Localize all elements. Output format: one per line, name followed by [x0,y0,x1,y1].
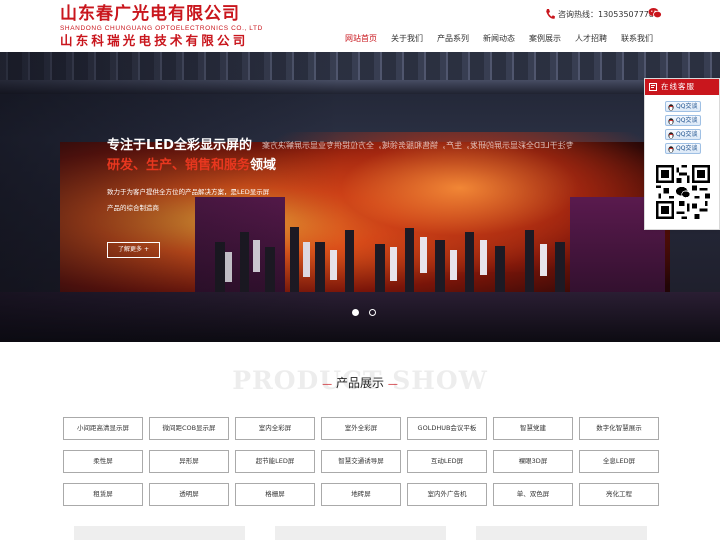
product-category-button[interactable]: 全息LED屏 [579,450,659,473]
title-dash-right: — [387,379,398,390]
products-title: — 产品展示 — [0,374,720,391]
main-nav: 网站首页 关于我们 产品系列 新闻动态 案例展示 人才招聘 联系我们 [338,33,660,45]
qq-penguin-icon [668,118,674,125]
hero-banner[interactable]: 专注于LED全彩显示屏的研发，生产，销售和服务领域，全方位提供专业显示屏解决方案… [0,52,720,342]
nav-item[interactable]: 关于我们 [384,33,430,45]
product-card[interactable] [275,526,446,540]
product-category-button[interactable]: 柔性屏 [63,450,143,473]
qq-chat-label: QQ交谈 [676,103,698,110]
header: 山东春广光电有限公司 SHANDONG CHUNGUANG OPTOELECTR… [0,0,720,52]
banner-title-highlight: 研发、生产、销售和服务 [107,158,251,173]
product-category-button[interactable]: 小间距高清显示屏 [63,417,143,440]
qr-code-icon [656,165,710,219]
product-category-grid: 小间距高清显示屏 微间距COB显示屏 室内全彩屏 室外全彩屏 GOLDHUB会议平板 智慧… [63,417,659,506]
logo-english-name: SHANDONG CHUNGUANG OPTOELECTRONICS CO., … [60,25,263,32]
product-category-button[interactable]: 异形屏 [149,450,229,473]
product-category-button[interactable]: 室内全彩屏 [235,417,315,440]
product-category-button[interactable]: 亮化工程 [579,483,659,506]
qq-chat-label: QQ交谈 [676,117,698,124]
nav-item[interactable]: 新闻动态 [476,33,522,45]
product-category-button[interactable]: 室外全彩屏 [321,417,401,440]
qq-chat-label: QQ交谈 [676,145,698,152]
product-category-button[interactable]: 数字化智慧展示 [579,417,659,440]
logo-company-name: 山东春广光电有限公司 [60,4,240,24]
qq-chat-button[interactable]: QQ交谈 [665,143,701,154]
qq-penguin-icon [668,104,674,111]
product-category-button[interactable]: 室内外广告机 [407,483,487,506]
banner-description: 致力于为客户提供全方位的产品解决方案，是LED显示屏产品的综合制造商 [107,188,270,212]
product-card[interactable] [74,526,245,540]
products-title-text: 产品展示 [335,376,384,390]
product-category-button[interactable]: 裸眼3D屏 [493,450,573,473]
online-service-header[interactable]: 在线客服 [645,79,719,95]
online-service-title: 在线客服 [661,82,695,91]
product-category-button[interactable]: 单、双色屏 [493,483,573,506]
product-category-button[interactable]: 超节能LED屏 [235,450,315,473]
product-category-button[interactable]: 互动LED屏 [407,450,487,473]
slider-dot[interactable] [369,309,376,316]
qq-penguin-icon [668,146,674,153]
product-category-button[interactable]: 地砖屏 [321,483,401,506]
nav-item[interactable]: 产品系列 [430,33,476,45]
page: 山东春广光电有限公司 SHANDONG CHUNGUANG OPTOELECTR… [0,0,720,540]
phone-icon [546,9,555,19]
nav-item[interactable]: 联系我们 [614,33,660,45]
qq-list: QQ交谈 QQ交谈 QQ交谈 QQ交谈 [645,95,719,154]
product-category-button[interactable]: 智慧交通诱导屏 [321,450,401,473]
qq-chat-label: QQ交谈 [676,131,698,138]
logo-sub-company-name: 山东科瑞光电技术有限公司 [60,33,249,48]
nav-item[interactable]: 网站首页 [338,33,384,45]
qq-chat-button[interactable]: QQ交谈 [665,115,701,126]
slider-dot[interactable] [352,309,359,316]
slider-dots [352,309,376,316]
qq-penguin-icon [668,132,674,139]
product-category-button[interactable]: GOLDHUB会议平板 [407,417,487,440]
hotline-text: 咨询热线：13053507778 [558,9,654,19]
headset-icon [649,83,657,91]
learn-more-button[interactable]: 了解更多 + [107,242,160,258]
product-card[interactable] [476,526,647,540]
qq-chat-button[interactable]: QQ交谈 [665,101,701,112]
banner-title-plain: 领域 [250,158,277,173]
product-category-button[interactable]: 格栅屏 [235,483,315,506]
banner-mirror-text: 专注于LED全彩显示屏的研发，生产，销售和服务领域，全方位提供专业显示屏解决方案 [262,141,574,150]
product-category-button[interactable]: 微间距COB显示屏 [149,417,229,440]
hotline: 咨询热线：13053507778 [545,7,654,21]
product-category-button[interactable]: 透明屏 [149,483,229,506]
banner-title-line2: 研发、生产、销售和服务领域 [107,154,276,173]
wechat-icon[interactable] [648,7,662,19]
product-category-button[interactable]: 智慧党建 [493,417,573,440]
product-cards [74,526,647,540]
title-dash-left: — [322,379,333,390]
product-category-button[interactable]: 租赁屏 [63,483,143,506]
logo[interactable]: 山东春广光电有限公司 SHANDONG CHUNGUANG OPTOELECTR… [60,4,265,48]
nav-item[interactable]: 案例展示 [522,33,568,45]
online-service-panel: 在线客服 QQ交谈 QQ交谈 QQ交谈 QQ交谈 [644,78,720,230]
qq-chat-button[interactable]: QQ交谈 [665,129,701,140]
banner-title-line1: 专注于LED全彩显示屏的 [107,138,252,153]
nav-item[interactable]: 人才招聘 [568,33,614,45]
